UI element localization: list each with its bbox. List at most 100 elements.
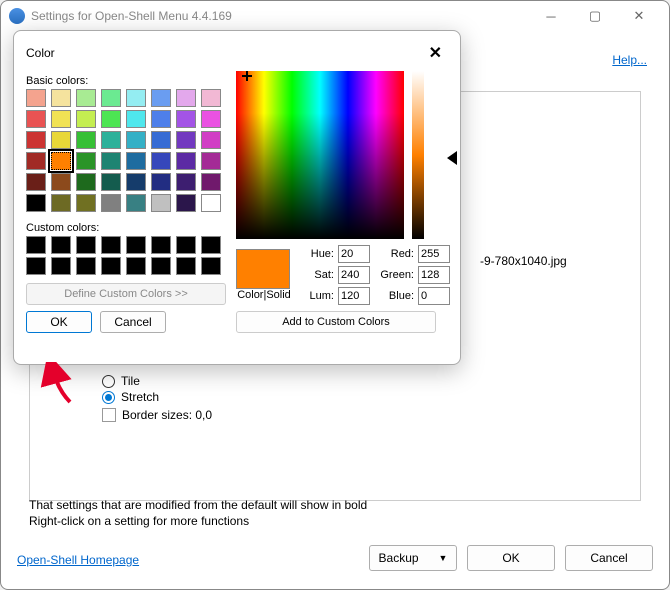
custom-color-swatch[interactable] bbox=[201, 236, 221, 254]
basic-color-swatch[interactable] bbox=[26, 110, 46, 128]
basic-color-swatch[interactable] bbox=[76, 131, 96, 149]
basic-color-swatch[interactable] bbox=[101, 173, 121, 191]
ok-button[interactable]: OK bbox=[467, 545, 555, 571]
basic-color-swatch[interactable] bbox=[76, 110, 96, 128]
basic-color-swatch[interactable] bbox=[76, 89, 96, 107]
custom-color-swatch[interactable] bbox=[151, 236, 171, 254]
basic-color-swatch[interactable] bbox=[26, 152, 46, 170]
basic-color-swatch[interactable] bbox=[76, 173, 96, 191]
basic-color-swatch[interactable] bbox=[101, 110, 121, 128]
basic-color-swatch[interactable] bbox=[176, 173, 196, 191]
footer-line-2: Right-click on a setting for more functi… bbox=[29, 513, 367, 529]
custom-color-swatch[interactable] bbox=[51, 257, 71, 275]
custom-color-swatch[interactable] bbox=[176, 257, 196, 275]
tile-radio-row[interactable]: Tile bbox=[102, 374, 630, 388]
basic-color-swatch[interactable] bbox=[176, 194, 196, 212]
basic-color-swatch[interactable] bbox=[201, 131, 221, 149]
basic-color-swatch[interactable] bbox=[201, 173, 221, 191]
custom-color-swatch[interactable] bbox=[176, 236, 196, 254]
color-cancel-button[interactable]: Cancel bbox=[100, 311, 166, 333]
basic-color-swatch[interactable] bbox=[51, 173, 71, 191]
sat-input[interactable] bbox=[338, 266, 370, 284]
basic-color-swatch[interactable] bbox=[201, 89, 221, 107]
custom-colors-grid bbox=[26, 236, 226, 275]
basic-color-swatch[interactable] bbox=[101, 194, 121, 212]
basic-color-swatch[interactable] bbox=[76, 152, 96, 170]
backup-button[interactable]: Backup▼ bbox=[369, 545, 457, 571]
basic-color-swatch[interactable] bbox=[26, 173, 46, 191]
custom-color-swatch[interactable] bbox=[126, 257, 146, 275]
help-link[interactable]: Help... bbox=[612, 53, 647, 67]
custom-color-swatch[interactable] bbox=[26, 257, 46, 275]
basic-color-swatch[interactable] bbox=[101, 89, 121, 107]
basic-color-swatch[interactable] bbox=[151, 152, 171, 170]
custom-color-swatch[interactable] bbox=[51, 236, 71, 254]
basic-color-swatch[interactable] bbox=[176, 110, 196, 128]
stretch-label: Stretch bbox=[121, 390, 159, 404]
border-sizes-row[interactable]: Border sizes: 0,0 bbox=[102, 408, 630, 422]
basic-color-swatch[interactable] bbox=[76, 194, 96, 212]
basic-color-swatch[interactable] bbox=[201, 152, 221, 170]
basic-color-swatch[interactable] bbox=[201, 110, 221, 128]
minimize-button[interactable]: ─ bbox=[529, 2, 573, 30]
cancel-button[interactable]: Cancel bbox=[565, 545, 653, 571]
red-input[interactable] bbox=[418, 245, 450, 263]
lum-label: Lum: bbox=[300, 290, 334, 302]
basic-color-swatch[interactable] bbox=[151, 131, 171, 149]
basic-color-swatch[interactable] bbox=[101, 131, 121, 149]
basic-color-swatch[interactable] bbox=[176, 152, 196, 170]
color-ok-button[interactable]: OK bbox=[26, 311, 92, 333]
arrow-annotation-icon bbox=[40, 362, 80, 406]
basic-color-swatch[interactable] bbox=[201, 194, 221, 212]
basic-color-swatch[interactable] bbox=[51, 152, 71, 170]
basic-color-swatch[interactable] bbox=[51, 131, 71, 149]
chevron-down-icon: ▼ bbox=[439, 553, 448, 563]
basic-color-swatch[interactable] bbox=[176, 131, 196, 149]
close-button[interactable]: ✕ bbox=[617, 2, 661, 30]
basic-color-swatch[interactable] bbox=[51, 89, 71, 107]
basic-color-swatch[interactable] bbox=[126, 89, 146, 107]
luminance-slider[interactable] bbox=[412, 71, 424, 239]
basic-color-swatch[interactable] bbox=[51, 110, 71, 128]
basic-color-swatch[interactable] bbox=[26, 194, 46, 212]
custom-color-swatch[interactable] bbox=[201, 257, 221, 275]
border-label: Border sizes: 0,0 bbox=[122, 408, 212, 422]
basic-color-swatch[interactable] bbox=[151, 194, 171, 212]
green-input[interactable] bbox=[418, 266, 450, 284]
basic-color-swatch[interactable] bbox=[126, 131, 146, 149]
basic-color-swatch[interactable] bbox=[126, 173, 146, 191]
titlebar: Settings for Open-Shell Menu 4.4.169 ─ ▢… bbox=[1, 1, 669, 31]
add-custom-button[interactable]: Add to Custom Colors bbox=[236, 311, 436, 333]
custom-color-swatch[interactable] bbox=[151, 257, 171, 275]
basic-color-swatch[interactable] bbox=[101, 152, 121, 170]
green-label: Green: bbox=[378, 269, 414, 281]
basic-color-swatch[interactable] bbox=[126, 152, 146, 170]
custom-color-swatch[interactable] bbox=[26, 236, 46, 254]
maximize-button[interactable]: ▢ bbox=[573, 2, 617, 30]
basic-color-swatch[interactable] bbox=[26, 131, 46, 149]
custom-color-swatch[interactable] bbox=[76, 236, 96, 254]
define-custom-button[interactable]: Define Custom Colors >> bbox=[26, 283, 226, 305]
custom-color-swatch[interactable] bbox=[101, 236, 121, 254]
custom-colors-label: Custom colors: bbox=[26, 222, 226, 234]
homepage-link[interactable]: Open-Shell Homepage bbox=[17, 553, 139, 567]
border-icon bbox=[102, 408, 116, 422]
stretch-radio-row[interactable]: Stretch bbox=[102, 390, 630, 404]
lum-input[interactable] bbox=[338, 287, 370, 305]
basic-color-swatch[interactable] bbox=[26, 89, 46, 107]
filename-fragment: -9-780x1040.jpg bbox=[480, 254, 567, 268]
color-gradient-picker[interactable] bbox=[236, 71, 404, 239]
basic-color-swatch[interactable] bbox=[151, 110, 171, 128]
basic-color-swatch[interactable] bbox=[126, 110, 146, 128]
basic-color-swatch[interactable] bbox=[51, 194, 71, 212]
basic-color-swatch[interactable] bbox=[126, 194, 146, 212]
close-icon[interactable]: ✕ bbox=[423, 41, 448, 65]
basic-color-swatch[interactable] bbox=[151, 173, 171, 191]
custom-color-swatch[interactable] bbox=[76, 257, 96, 275]
custom-color-swatch[interactable] bbox=[101, 257, 121, 275]
basic-color-swatch[interactable] bbox=[176, 89, 196, 107]
basic-color-swatch[interactable] bbox=[151, 89, 171, 107]
hue-input[interactable] bbox=[338, 245, 370, 263]
blue-input[interactable] bbox=[418, 287, 450, 305]
custom-color-swatch[interactable] bbox=[126, 236, 146, 254]
